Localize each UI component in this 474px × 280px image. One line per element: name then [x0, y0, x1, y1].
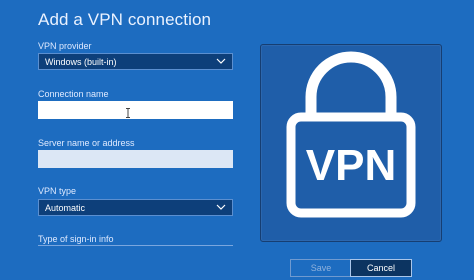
- save-button[interactable]: Save: [290, 259, 352, 277]
- sign-in-underline[interactable]: [38, 245, 233, 246]
- cancel-button[interactable]: Cancel: [350, 259, 412, 277]
- dialog-title: Add a VPN connection: [38, 10, 212, 29]
- chevron-down-icon: [216, 58, 226, 64]
- vpn-type-value: Automatic: [45, 202, 86, 213]
- vpn-provider-select[interactable]: Windows (built-in): [38, 53, 233, 70]
- padlock-icon: VPN: [286, 51, 416, 218]
- vpn-type-select[interactable]: Automatic: [38, 199, 233, 216]
- connection-name-label: Connection name: [38, 89, 109, 99]
- connection-name-input[interactable]: [38, 101, 233, 119]
- vpn-type-label: VPN type: [38, 186, 77, 196]
- text-cursor-icon: [126, 108, 130, 118]
- vpn-provider-value: Windows (built-in): [45, 56, 117, 67]
- sign-in-label: Type of sign-in info: [38, 234, 114, 244]
- vpn-provider-label: VPN provider: [38, 41, 92, 51]
- server-input[interactable]: [38, 150, 233, 168]
- server-label: Server name or address: [38, 138, 135, 148]
- vpn-text: VPN: [306, 141, 396, 190]
- chevron-down-icon: [216, 204, 226, 210]
- vpn-illustration: VPN: [260, 44, 442, 242]
